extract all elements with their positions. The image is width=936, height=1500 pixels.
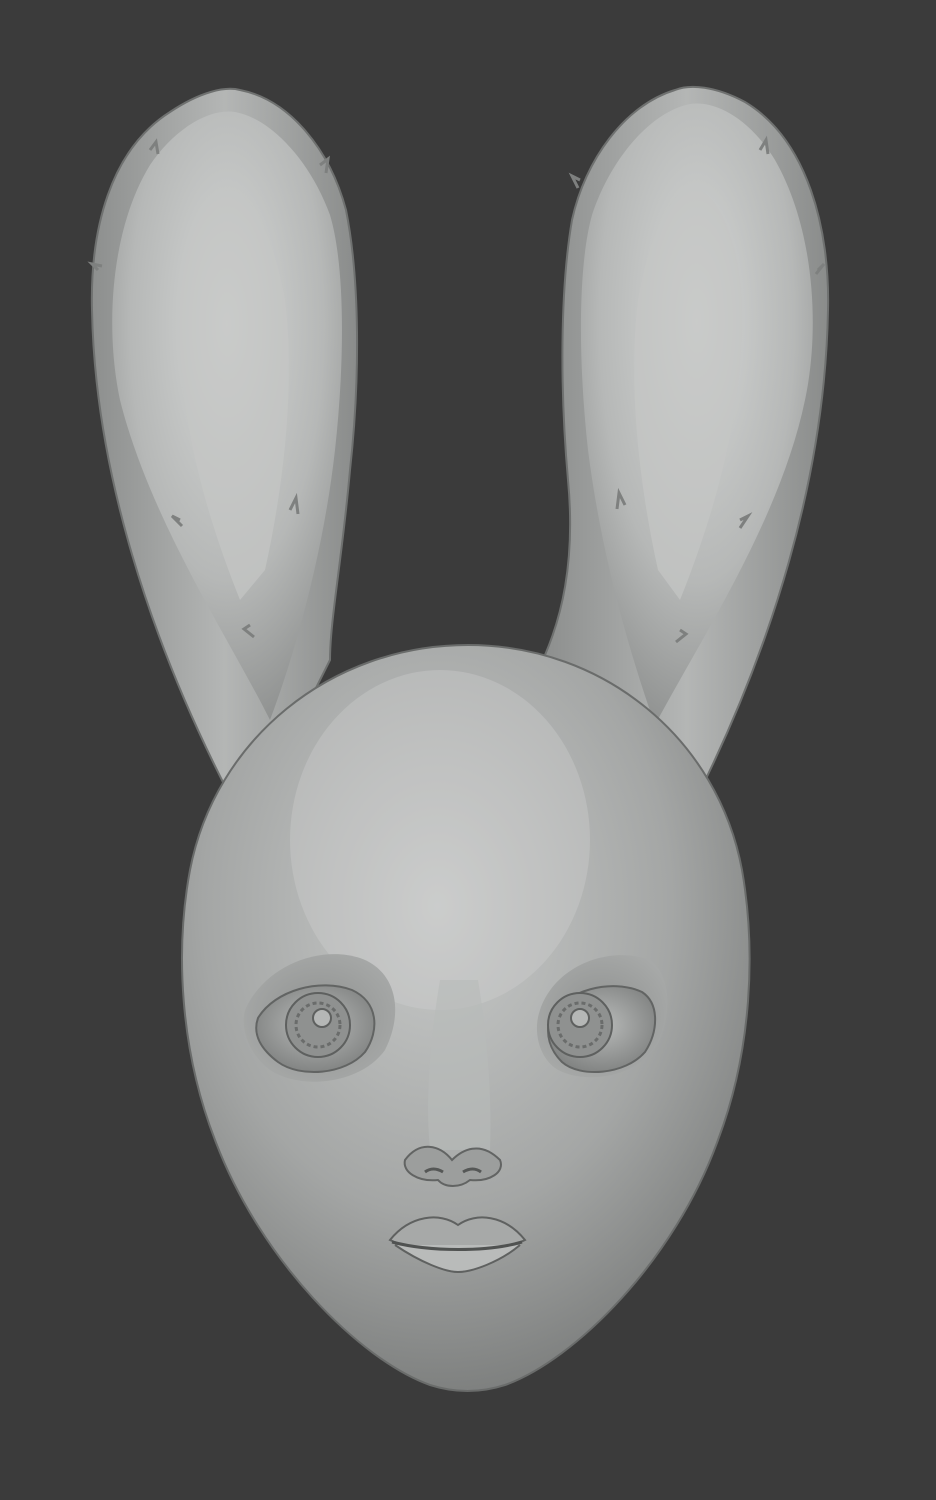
sculpt-viewport[interactable] <box>0 0 936 1500</box>
sculpt-render <box>87 85 830 1392</box>
